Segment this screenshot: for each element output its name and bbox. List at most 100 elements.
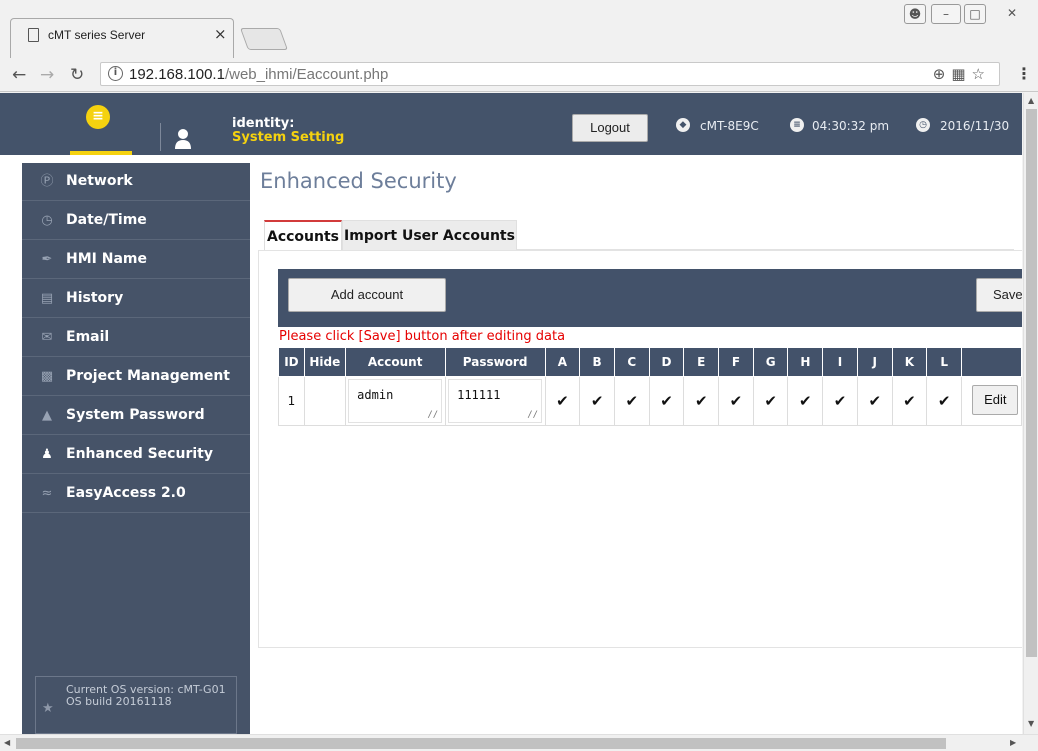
device-name: cMT-8E9C: [700, 119, 759, 133]
scroll-right-icon[interactable]: ▶: [1010, 738, 1016, 747]
translate-icon[interactable]: ▦: [951, 65, 971, 83]
users-icon: ♟: [41, 447, 53, 462]
permission-b-cell[interactable]: ✔: [579, 376, 615, 426]
sidebar-item-label: EasyAccess 2.0: [66, 485, 186, 501]
star-icon[interactable]: ☆: [972, 65, 991, 83]
browser-window: cMT series Server × ☻ – □ ✕ ← → ↻ i 192.…: [0, 0, 1038, 751]
sidebar-item-system-password[interactable]: ▲ System Password: [22, 397, 250, 435]
pen-icon: ✒: [41, 252, 53, 267]
column-header: D: [648, 347, 685, 377]
header-divider: [160, 123, 161, 151]
os-version-box: ★ Current OS version: cMT-G01 OS build 2…: [35, 676, 237, 734]
sidebar-item-email[interactable]: ✉ Email: [22, 319, 250, 357]
permission-a-cell[interactable]: ✔: [544, 376, 581, 426]
reload-icon[interactable]: ↻: [70, 65, 84, 85]
permission-f-cell[interactable]: ✔: [718, 376, 754, 426]
check-icon: ✔: [694, 392, 708, 410]
column-header: Password: [444, 347, 546, 377]
column-header: Account: [344, 347, 446, 377]
user-icon[interactable]: ☻: [904, 4, 926, 24]
save-button[interactable]: Save: [976, 278, 1022, 312]
tab-accounts[interactable]: Accounts: [264, 220, 342, 250]
logout-button[interactable]: Logout: [572, 114, 648, 142]
permission-i-cell[interactable]: ✔: [822, 376, 858, 426]
sidebar-item-datetime[interactable]: ◷ Date/Time: [22, 202, 250, 240]
edit-button[interactable]: Edit: [971, 384, 1018, 415]
check-icon: ✔: [903, 392, 916, 410]
add-account-button[interactable]: Add account: [288, 278, 446, 312]
date-display: 2016/11/30: [940, 119, 1010, 133]
password-value: 111111: [457, 388, 501, 402]
check-icon: ✔: [590, 392, 604, 410]
column-header: ID: [278, 347, 305, 377]
column-header: [961, 347, 1022, 377]
check-icon: ✔: [625, 392, 639, 410]
document-icon: ▤: [40, 291, 54, 306]
new-tab-button[interactable]: [239, 28, 289, 50]
sidebar-item-label: Date/Time: [66, 212, 147, 228]
tab-import-user-accounts[interactable]: Import User Accounts: [342, 220, 517, 250]
forward-icon[interactable]: →: [40, 65, 54, 85]
permission-e-cell[interactable]: ✔: [683, 376, 720, 426]
check-icon: ✔: [799, 392, 812, 410]
menu-indicator: [70, 151, 132, 155]
scroll-up-icon[interactable]: ▲: [1028, 96, 1034, 105]
permission-h-cell[interactable]: ✔: [787, 376, 824, 426]
table-header-row: ID Hide Account Password A B C D E F G H…: [278, 347, 1022, 377]
column-header: Hide: [303, 347, 346, 377]
page-icon: [28, 28, 39, 42]
column-header: G: [752, 347, 789, 377]
account-input[interactable]: admin ∕∕: [348, 379, 443, 423]
column-header: E: [683, 347, 720, 377]
sidebar-item-network[interactable]: Ⓟ Network: [22, 163, 250, 201]
resize-grip-icon[interactable]: ∕∕: [427, 410, 438, 420]
time-display: 04:30:32 pm: [812, 119, 890, 133]
permission-c-cell[interactable]: ✔: [613, 376, 650, 426]
column-header: H: [787, 347, 824, 377]
sidebar-item-project-management[interactable]: ▩ Project Management: [22, 358, 250, 396]
check-icon: ✔: [868, 392, 882, 410]
vertical-scroll-thumb[interactable]: [1026, 109, 1037, 657]
menu-icon[interactable]: ≡: [86, 105, 110, 129]
tab-bar: Accounts Import User Accounts: [264, 220, 1014, 250]
maximize-icon[interactable]: □: [964, 4, 986, 24]
vertical-scrollbar[interactable]: ▲ ▼: [1023, 93, 1038, 734]
minimize-icon[interactable]: –: [931, 4, 961, 24]
ip-icon: Ⓟ: [40, 174, 54, 189]
sidebar-item-history[interactable]: ▤ History: [22, 280, 250, 318]
identity-label: identity:: [232, 116, 295, 131]
scroll-down-icon[interactable]: ▼: [1028, 719, 1034, 728]
os-version-text: Current OS version: cMT-G01 OS build 201…: [66, 683, 226, 708]
zoom-icon[interactable]: ⊕: [933, 65, 952, 83]
info-icon[interactable]: i: [108, 66, 123, 81]
url-field[interactable]: i 192.168.100.1/web_ihmi/Eaccount.php ⊕▦…: [100, 62, 1000, 86]
url-text: 192.168.100.1/web_ihmi/Eaccount.php: [129, 66, 389, 83]
user-icon[interactable]: [174, 128, 192, 150]
sidebar-item-easyaccess[interactable]: ≈ EasyAccess 2.0: [22, 475, 250, 513]
password-cell: 111111 ∕∕: [444, 376, 546, 426]
save-hint: Please click [Save] button after editing…: [279, 329, 566, 344]
back-icon[interactable]: ←: [12, 65, 26, 85]
close-tab-icon[interactable]: ×: [214, 25, 227, 43]
account-cell: admin ∕∕: [344, 376, 446, 426]
app-header: ≡ identity: System Setting Logout ◆ cMT-…: [0, 93, 1022, 155]
permission-g-cell[interactable]: ✔: [752, 376, 789, 426]
permission-l-cell[interactable]: ✔: [926, 376, 962, 426]
address-bar: ← → ↻ i 192.168.100.1/web_ihmi/Eaccount.…: [0, 58, 1038, 92]
menu-dots-icon[interactable]: ⋮: [1016, 64, 1032, 83]
star-icon: ★: [42, 701, 54, 716]
close-window-icon[interactable]: ✕: [992, 4, 1032, 24]
sidebar-item-enhanced-security[interactable]: ♟ Enhanced Security: [22, 436, 250, 474]
permission-k-cell[interactable]: ✔: [891, 376, 928, 426]
sidebar-item-hmi-name[interactable]: ✒ HMI Name: [22, 241, 250, 279]
sidebar-item-label: Project Management: [66, 368, 230, 384]
resize-grip-icon[interactable]: ∕∕: [527, 410, 538, 420]
horizontal-scrollbar[interactable]: ◀ ▶: [0, 734, 1038, 751]
hide-cell[interactable]: [303, 376, 346, 426]
scroll-left-icon[interactable]: ◀: [4, 738, 10, 747]
permission-j-cell[interactable]: ✔: [856, 376, 893, 426]
clock-icon: ◷: [916, 118, 930, 132]
horizontal-scroll-thumb[interactable]: [16, 738, 946, 749]
permission-d-cell[interactable]: ✔: [648, 376, 685, 426]
password-input[interactable]: 111111 ∕∕: [448, 379, 543, 423]
